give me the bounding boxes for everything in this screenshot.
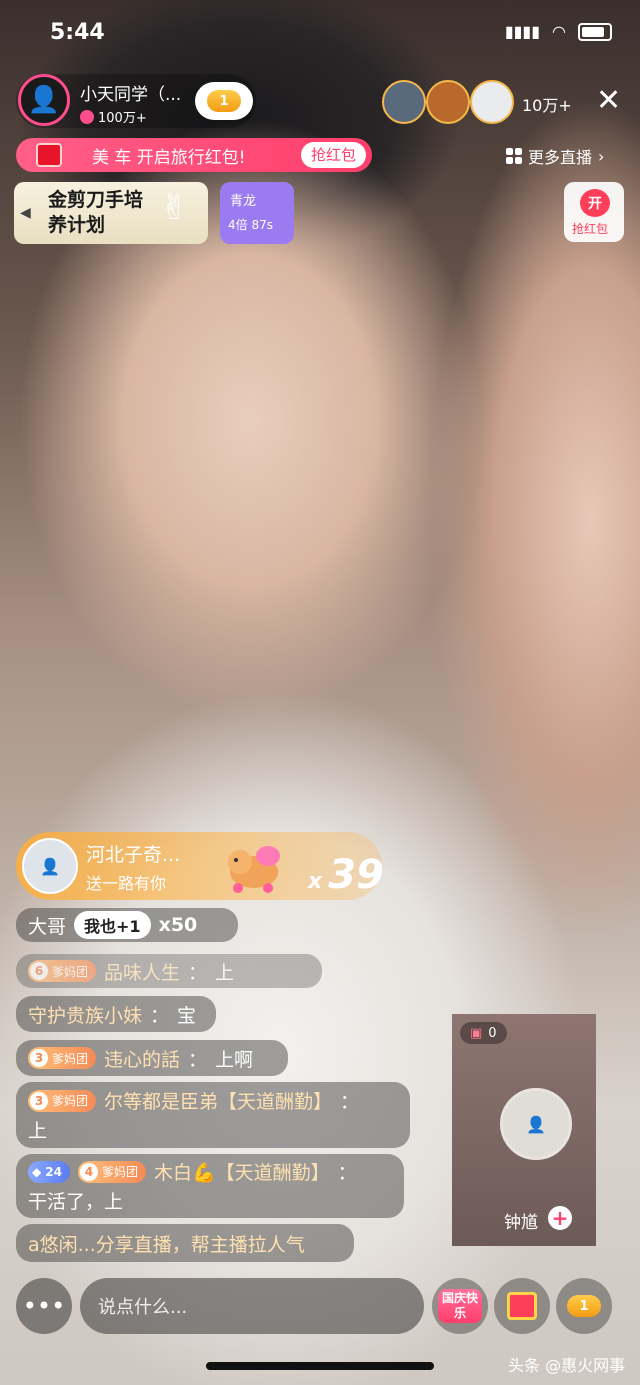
co-host-avatar[interactable]: 👤 — [500, 1088, 572, 1160]
host-avatar[interactable]: 👤 — [18, 74, 70, 126]
follow-plus-icon[interactable]: + — [548, 1206, 572, 1230]
chevron-right-icon: › — [598, 146, 605, 166]
comment-sep: ： — [337, 1162, 357, 1184]
chevron-left-icon[interactable]: ◀ — [20, 205, 31, 221]
home-indicator[interactable] — [206, 1362, 434, 1370]
comment-user: 木白💪【天道酬勤】 — [153, 1162, 330, 1184]
comment-sep: ： — [150, 1004, 170, 1027]
level-badge: 6 爹妈团 — [28, 960, 97, 982]
comment-row[interactable]: 守护贵族小妹 ： 宝 — [16, 996, 216, 1032]
comment-sep: ： — [188, 961, 208, 984]
gift-description: 送一路有你 — [86, 874, 167, 893]
rank-name: 青龙 — [230, 194, 257, 209]
viewer-count[interactable]: 10万+ — [522, 92, 572, 116]
gift-sender-avatar[interactable]: 👤 — [22, 838, 78, 894]
host-fans-count: 100万+ — [98, 111, 147, 126]
banner-text: 金剪刀手培养计划 — [48, 189, 144, 236]
heart-icon — [80, 109, 94, 124]
grid-icon — [506, 148, 522, 164]
comment-text: 上 — [28, 1120, 48, 1142]
fan-level-button[interactable]: 1 — [556, 1278, 612, 1334]
close-icon[interactable]: ✕ — [596, 86, 621, 116]
host-fans: 100万+ — [80, 107, 147, 126]
signal-icon: ▮▮▮▮ — [504, 22, 541, 41]
comment-row[interactable]: a悠闲...分享直播，帮主播拉人气 — [16, 1224, 354, 1262]
status-icons: ▮▮▮▮ ◠ — [505, 22, 612, 41]
comment-sep: ： — [188, 1048, 208, 1071]
viewer-avatar[interactable] — [470, 80, 514, 124]
gift-icon: ▣ — [470, 1025, 483, 1041]
wifi-icon: ◠ — [552, 22, 566, 41]
comment-row[interactable]: 3 爹妈团 违心的話 ： 上啊 — [16, 1040, 288, 1076]
viewer-avatar[interactable] — [426, 80, 470, 124]
rank-multiplier: 4倍 87s — [228, 218, 273, 232]
comment-sep: ： — [340, 1091, 360, 1113]
diamond-level-badge: ◆ 24 — [28, 1160, 70, 1183]
co-host-gift-count: ▣ 0 — [460, 1022, 507, 1044]
host-name: 小天同学（... — [80, 85, 182, 105]
me-too-badge[interactable]: 我也+1 — [74, 911, 151, 939]
red-packet-promo[interactable]: 美 车 开启旅行红包! 抢红包 — [16, 138, 372, 172]
festival-button[interactable]: 国庆快乐 — [432, 1278, 488, 1334]
comment-user: 品味人生 — [104, 961, 181, 984]
status-time: 5:44 — [50, 20, 105, 45]
comment-text: a悠闲...分享直播，帮主播拉人气 — [28, 1233, 305, 1256]
viewer-avatar[interactable] — [382, 80, 426, 124]
co-host-name: 钟馗 — [504, 1213, 538, 1233]
co-host-count-value: 0 — [488, 1025, 497, 1041]
comment-user: 大哥 — [28, 915, 67, 938]
deer-gift-icon — [228, 846, 280, 893]
battery-icon — [578, 22, 612, 41]
comment-user: 尔等都是臣弟【天道酬勤】 — [104, 1091, 333, 1113]
gift-count: x 39 — [308, 852, 384, 898]
gift-box-icon — [507, 1292, 537, 1320]
comment-row[interactable]: 6 爹妈团 品味人生 ： 上 — [16, 954, 322, 988]
fan-level-badge: 1 — [567, 1295, 601, 1317]
more-button[interactable]: ••• — [16, 1278, 72, 1334]
more-live-button[interactable]: 更多直播 › — [506, 144, 604, 168]
level-badge: 3 爹妈团 — [28, 1089, 97, 1112]
comment-text: 上啊 — [215, 1048, 254, 1071]
comment-user: 违心的話 — [104, 1048, 181, 1071]
comment-text: x50 — [158, 914, 198, 936]
level-badge: 4 爹妈团 — [77, 1160, 146, 1183]
comment-row[interactable]: 大哥 我也+1 x50 — [16, 908, 238, 942]
red-packet-open-icon: 开 — [580, 189, 610, 217]
diamond-icon: ◆ — [32, 1164, 42, 1179]
promo-text: 美 车 开启旅行红包! — [92, 147, 246, 168]
more-live-label: 更多直播 — [528, 148, 593, 167]
victory-hand-icon: ✌ — [160, 188, 189, 228]
gift-button[interactable] — [494, 1278, 550, 1334]
comment-text: 宝 — [177, 1004, 197, 1027]
red-packet-icon — [36, 143, 62, 167]
comment-text: 干活了，上 — [28, 1191, 124, 1213]
fan-badge: 1 — [207, 90, 241, 112]
comment-text: 上 — [215, 961, 235, 984]
level-badge: 3 爹妈团 — [28, 1047, 97, 1069]
watermark: 头条 @惠火网事 — [508, 1356, 626, 1375]
gift-count-value: 39 — [328, 852, 384, 898]
comment-row[interactable]: ◆ 24 4 爹妈团 木白💪【天道酬勤】 ： 干活了，上 — [16, 1154, 404, 1218]
gift-sender-name: 河北子奇... — [86, 844, 181, 866]
fan-club-button[interactable]: 1 — [195, 82, 253, 120]
comment-row[interactable]: 3 爹妈团 尔等都是臣弟【天道酬勤】 ： 上 — [16, 1082, 410, 1148]
red-packet-label: 抢红包 — [572, 222, 609, 236]
gift-count-prefix: x — [308, 869, 323, 894]
comment-input[interactable]: 说点什么... — [80, 1278, 424, 1334]
comment-user: 守护贵族小妹 — [28, 1004, 143, 1027]
festival-badge: 国庆快乐 — [438, 1289, 482, 1323]
grab-red-packet-button[interactable]: 抢红包 — [300, 142, 366, 168]
